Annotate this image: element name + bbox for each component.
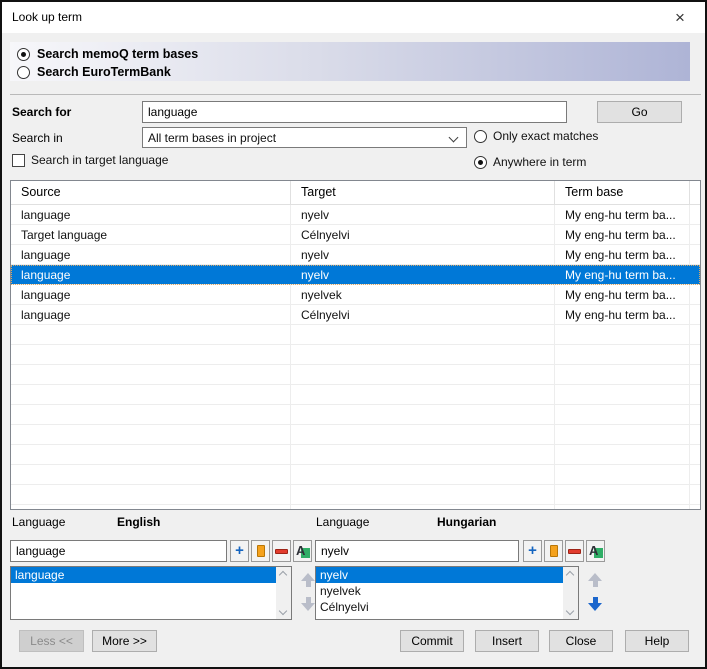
search-in-label: Search in: [12, 131, 63, 145]
source-terms-listbox[interactable]: language: [10, 566, 292, 620]
scroll-up-icon: [279, 571, 287, 579]
column-header-term-base[interactable]: Term base: [555, 181, 690, 204]
radio-label: Search memoQ term bases: [37, 47, 198, 61]
title-bar: Look up term ×: [2, 2, 705, 33]
dropdown-value: All term bases in project: [148, 131, 276, 145]
column-header-source[interactable]: Source: [11, 181, 291, 204]
table-row[interactable]: [11, 505, 700, 510]
results-grid-body: languagenyelvMy eng-hu term ba...Target …: [11, 205, 700, 510]
arrow-down-icon: [588, 603, 602, 611]
edit-icon: [550, 545, 558, 557]
table-row[interactable]: [11, 345, 700, 365]
scroll-up-icon: [566, 571, 574, 579]
table-row[interactable]: languagenyelvMy eng-hu term ba...: [11, 205, 700, 225]
list-item[interactable]: nyelv: [316, 567, 578, 583]
source-language-label: Language: [12, 515, 65, 529]
column-header-spacer: [690, 181, 700, 204]
search-in-dropdown[interactable]: All term bases in project: [142, 127, 467, 148]
results-grid: Source Target Term base languagenyelvMy …: [10, 180, 701, 510]
target-language-label: Language: [316, 515, 369, 529]
list-item[interactable]: language: [11, 567, 291, 583]
radio-label: Search EuroTermBank: [37, 65, 171, 79]
radio-only-exact-matches[interactable]: Only exact matches: [474, 129, 598, 143]
target-language-value: Hungarian: [437, 515, 496, 529]
arrow-down-icon: [301, 603, 315, 611]
search-input[interactable]: [142, 101, 567, 123]
table-row[interactable]: [11, 405, 700, 425]
term-properties-button[interactable]: A: [586, 540, 605, 562]
checkbox-icon: [12, 154, 25, 167]
scrollbar[interactable]: [276, 567, 291, 619]
table-row[interactable]: [11, 445, 700, 465]
go-button[interactable]: Go: [597, 101, 682, 123]
target-term-input[interactable]: [315, 540, 519, 562]
radio-icon: [17, 66, 30, 79]
scroll-down-icon: [566, 607, 574, 615]
close-button[interactable]: Close: [549, 630, 613, 652]
chevron-down-icon: [449, 133, 459, 143]
table-row[interactable]: languagenyelvMy eng-hu term ba...: [11, 265, 700, 285]
results-grid-header: Source Target Term base: [11, 181, 700, 205]
source-term-input[interactable]: [10, 540, 227, 562]
divider: [10, 94, 701, 95]
letter-a-icon: A: [589, 545, 602, 558]
table-row[interactable]: [11, 485, 700, 505]
table-row[interactable]: [11, 465, 700, 485]
radio-anywhere-in-term[interactable]: Anywhere in term: [474, 155, 586, 169]
table-row[interactable]: [11, 425, 700, 445]
radio-icon: [17, 48, 30, 61]
letter-a-icon: A: [296, 545, 309, 558]
search-for-label: Search for: [12, 105, 71, 119]
checkbox-search-target-language[interactable]: Search in target language: [12, 153, 168, 167]
search-mode-band: Search memoQ term bases Search EuroTermB…: [10, 42, 690, 81]
scrollbar[interactable]: [563, 567, 578, 619]
table-row[interactable]: languageCélnyelviMy eng-hu term ba...: [11, 305, 700, 325]
checkbox-label: Search in target language: [31, 153, 168, 167]
source-language-value: English: [117, 515, 160, 529]
table-row[interactable]: languagenyelvekMy eng-hu term ba...: [11, 285, 700, 305]
edit-term-button[interactable]: [251, 540, 270, 562]
remove-term-button[interactable]: [272, 540, 291, 562]
scroll-down-icon: [279, 607, 287, 615]
table-row[interactable]: [11, 325, 700, 345]
table-row[interactable]: [11, 385, 700, 405]
table-row[interactable]: [11, 365, 700, 385]
commit-button[interactable]: Commit: [400, 630, 464, 652]
less-button: Less <<: [19, 630, 84, 652]
list-item[interactable]: nyelvek: [316, 583, 578, 599]
minus-icon: [568, 549, 581, 554]
plus-icon: +: [235, 543, 244, 558]
radio-label: Only exact matches: [493, 129, 598, 143]
help-button[interactable]: Help: [625, 630, 689, 652]
table-row[interactable]: languagenyelvMy eng-hu term ba...: [11, 245, 700, 265]
radio-icon: [474, 156, 487, 169]
insert-button[interactable]: Insert: [475, 630, 539, 652]
term-properties-button[interactable]: A: [293, 540, 312, 562]
table-row[interactable]: Target languageCélnyelviMy eng-hu term b…: [11, 225, 700, 245]
remove-term-button[interactable]: [565, 540, 584, 562]
lookup-term-dialog: Look up term × Search memoQ term bases S…: [0, 0, 707, 669]
radio-search-memoq[interactable]: Search memoQ term bases: [17, 45, 198, 63]
target-terms-listbox[interactable]: nyelvnyelvekCélnyelvi: [315, 566, 579, 620]
arrow-up-icon: [301, 573, 315, 581]
column-header-target[interactable]: Target: [291, 181, 555, 204]
radio-label: Anywhere in term: [493, 155, 586, 169]
add-term-button[interactable]: +: [523, 540, 542, 562]
radio-search-eurotermbank[interactable]: Search EuroTermBank: [17, 63, 171, 81]
window-title: Look up term: [12, 10, 82, 24]
arrow-up-icon: [588, 573, 602, 581]
move-term-down-button[interactable]: [585, 594, 605, 614]
list-item[interactable]: Célnyelvi: [316, 599, 578, 615]
plus-icon: +: [528, 543, 537, 558]
minus-icon: [275, 549, 288, 554]
edit-term-button[interactable]: [544, 540, 563, 562]
move-term-up-button: [585, 570, 605, 590]
radio-icon: [474, 130, 487, 143]
more-button[interactable]: More >>: [92, 630, 157, 652]
add-term-button[interactable]: +: [230, 540, 249, 562]
close-icon[interactable]: ×: [667, 6, 693, 30]
edit-icon: [257, 545, 265, 557]
